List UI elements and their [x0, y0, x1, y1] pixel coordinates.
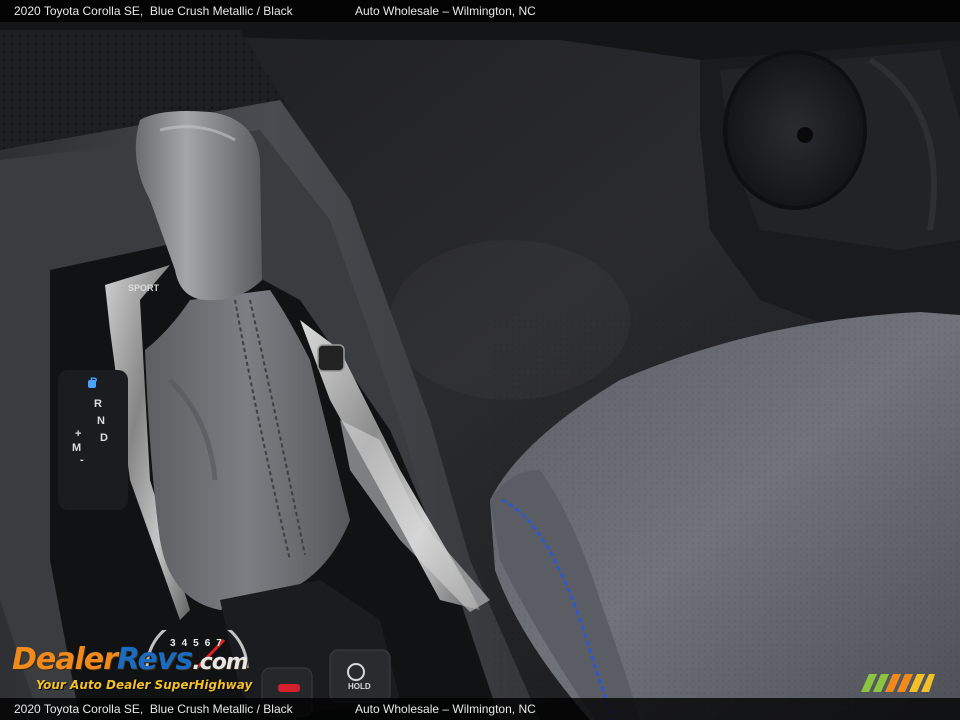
speaker-grille [723, 50, 867, 210]
top-caption-bar: 2020 Toyota Corolla SE, Blue Crush Metal… [0, 0, 960, 22]
gear-n-label: N [97, 415, 105, 427]
caption-color: Blue Crush Metallic [149, 4, 254, 18]
caption-separator: / [256, 702, 260, 716]
dealerrevs-tagline: Your Auto Dealer SuperHighway [36, 678, 253, 692]
gear-p-label: P [90, 376, 98, 388]
caption-dash: – [442, 702, 450, 716]
caption-interior: Black [263, 702, 293, 716]
caption-interior: Black [263, 4, 293, 18]
manual-minus-label: - [80, 454, 84, 466]
bottom-caption-bar: 2020 Toyota Corolla SE, Blue Crush Metal… [0, 698, 960, 720]
dealerrevs-watermark: 34567 DealerRevs.com Your Auto Dealer Su… [12, 628, 272, 696]
caption-dash: – [442, 4, 450, 18]
caption-vehicle-info: 2020 Toyota Corolla SE, Blue Crush Metal… [14, 4, 293, 18]
car-interior-photo [0, 0, 960, 720]
sport-label: SPORT [128, 283, 160, 293]
hold-button [329, 649, 391, 703]
stripes-logo-icon [861, 674, 935, 692]
hold-label: HOLD [348, 682, 371, 691]
manual-plus-label: + [75, 428, 82, 440]
caption-color: Blue Crush Metallic [149, 702, 254, 716]
dealerrevs-logo-text: DealerRevs.com [12, 642, 249, 677]
caption-separator: / [256, 4, 260, 18]
gear-indicator-panel [58, 370, 128, 510]
caption-vehicle-info: 2020 Toyota Corolla SE, Blue Crush Metal… [14, 702, 293, 716]
caption-vehicle: 2020 Toyota Corolla SE, [14, 702, 144, 716]
caption-dealer: Auto Wholesale [355, 702, 440, 716]
photo-stage: SPORT P R N D + M - HOLD 2020 Toyota Cor… [0, 0, 960, 720]
caption-location: Wilmington, NC [452, 702, 536, 716]
caption-dealer-info: Auto Wholesale – Wilmington, NC [355, 4, 536, 18]
manual-m-label: M [72, 442, 82, 454]
caption-vehicle: 2020 Toyota Corolla SE, [14, 4, 144, 18]
gear-r-label: R [94, 398, 102, 410]
caption-location: Wilmington, NC [452, 4, 536, 18]
caption-dealer-info: Auto Wholesale – Wilmington, NC [355, 702, 536, 716]
small-console-button [317, 344, 345, 372]
caption-dealer: Auto Wholesale [355, 4, 440, 18]
gear-d-label: D [100, 432, 108, 444]
